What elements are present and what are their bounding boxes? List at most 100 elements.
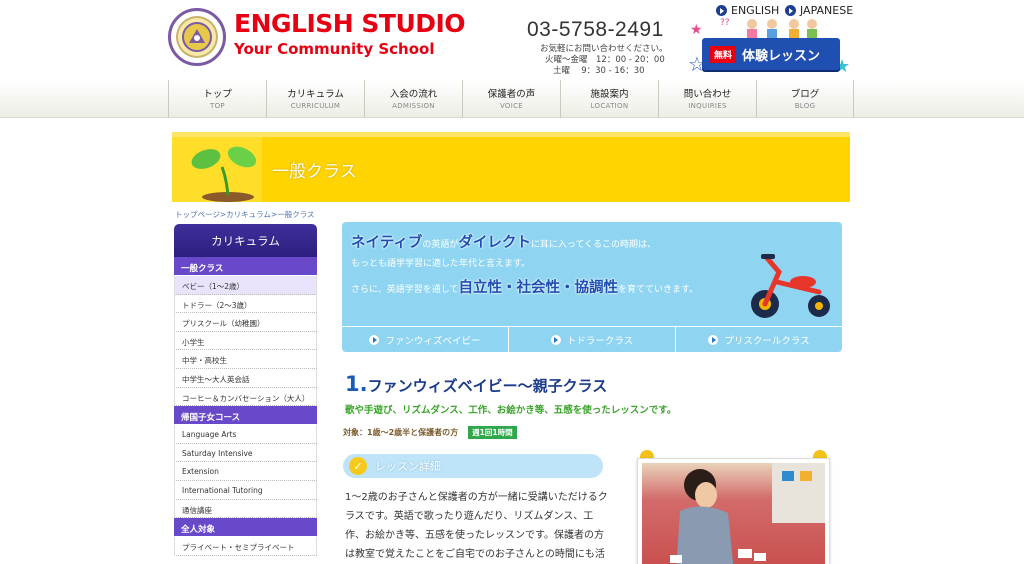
nav-label-ja: 入会の流れ (389, 89, 438, 100)
nav-label-en: BLOG (794, 102, 816, 110)
school-seal-logo[interactable] (168, 8, 226, 66)
frequency-badge: 週1回1時間 (468, 426, 517, 439)
nav-blog[interactable]: ブログ BLOG (756, 80, 854, 118)
tab-toddler[interactable]: トドラークラス (509, 327, 676, 352)
sidebar-title: カリキュラム (174, 224, 317, 257)
tab-fun-with-baby[interactable]: ファンウィズベイビー (342, 327, 509, 352)
sidebar-item-private[interactable]: プライベート・セミプライベート (174, 537, 317, 556)
nav-label-ja: カリキュラム (287, 89, 344, 100)
nav-label-ja: ブログ (790, 89, 820, 100)
intro-native: ネイティブ (351, 235, 423, 251)
office-hours: お気軽にお問い合わせください。 火曜〜金曜 12：00 - 20：00 土曜 9… (540, 44, 668, 77)
sidebar-category-returnee[interactable]: 帰国子女コース (174, 406, 317, 426)
section-title: 1.ファンウィズベイビー〜親子クラス (345, 372, 607, 396)
nav-label-ja: 問い合わせ (683, 89, 732, 100)
intro-line-2: もっとも語学学習に適した年代と言えます。 (351, 259, 531, 269)
nav-label-ja: 施設案内 (590, 89, 629, 100)
sprout-icon (191, 146, 257, 202)
phone-number: 03-5758-2491 (527, 18, 664, 41)
sidebar-item-coffee-conversation[interactable]: コーヒー＆カンバセーション（大人） (174, 387, 317, 407)
nav-label-ja: トップ (203, 89, 232, 100)
sidebar-item-language-arts[interactable]: Language Arts (174, 425, 317, 444)
arrow-right-icon (708, 335, 719, 345)
intro-direct: ダイレクト (458, 235, 531, 251)
nav-admission[interactable]: 入会の流れ ADMISSION (364, 80, 462, 118)
sidebar-item-saturday-intensive[interactable]: Saturday Intensive (174, 443, 317, 463)
kids-illustration-icon (747, 19, 817, 38)
page-banner: 一般クラス (172, 132, 850, 202)
nav-top[interactable]: トップ TOP (168, 80, 266, 118)
global-nav: トップ TOP カリキュラム CURRICULUM 入会の流れ ADMISSION 保… (0, 80, 1024, 118)
sidebar-item-baby[interactable]: ベビー（1〜2歳） (174, 276, 317, 295)
target-info: 対象：1歳〜2歳半と保護者の方 週1回1時間 (343, 426, 517, 439)
sidebar-item-extension[interactable]: Extension (174, 462, 317, 481)
nav-curriculum[interactable]: カリキュラム CURRICULUM (266, 80, 364, 118)
tricycle-icon (751, 254, 830, 318)
nav-label-en: INQUIRIES (688, 102, 727, 110)
lang-english-label: ENGLISH (731, 4, 780, 17)
logo-title[interactable]: ENGLISH STUDIO (234, 9, 466, 38)
nav-label-en: ADMISSION (392, 102, 435, 110)
sidebar: カリキュラム 一般クラス ベビー（1〜2歳） トドラー（2〜3歳） プリスクール… (174, 224, 317, 556)
sidebar-item-elementary[interactable]: 小学生 (174, 331, 317, 351)
nav-label-en: VOICE (499, 102, 524, 110)
class-photo (637, 458, 830, 564)
sidebar-item-junior-high[interactable]: 中学・高校生 (174, 350, 317, 369)
nav-inquiries[interactable]: 問い合わせ INQUIRIES (658, 80, 756, 118)
class-tabs: ファンウィズベイビー トドラークラス プリスクールクラス (342, 326, 842, 352)
logo-subtitle: Your Community School (234, 40, 435, 58)
sidebar-item-international-tutoring[interactable]: International Tutoring (174, 480, 317, 500)
sidebar-item-toddler[interactable]: トドラー（2〜3歳） (174, 294, 317, 314)
star-icon: ★ (690, 22, 703, 38)
nav-label-en: CURRICULUM (290, 102, 341, 110)
hours-saturday: 土曜 9：30 - 16：30 (553, 66, 645, 76)
lang-japanese-label: JAPANESE (800, 4, 854, 17)
lesson-description: 1〜2歳のお子さんと保護者の方が一緒に受講いただけるクラスです。英語で歌ったり遊… (345, 492, 608, 560)
intro-qualities: 自立性・社会性・協調性 (458, 280, 618, 296)
sidebar-item-adult-conversation[interactable]: 中学生〜大人英会話 (174, 368, 317, 388)
lesson-detail-header: ✓ レッスン詳細 (343, 454, 603, 478)
question-icon: ?? (720, 18, 730, 28)
hours-weekday: 火曜〜金曜 12：00 - 20：00 (545, 55, 665, 65)
section-subtitle: 歌や手遊び、リズムダンス、工作、お絵かき等、五感を使ったレッスンです。 (345, 405, 677, 416)
arrow-right-icon (716, 5, 727, 16)
banner-accent (172, 137, 262, 202)
intro-text-b: に耳に入ってくるこの時期は、 (530, 240, 656, 250)
lesson-detail-label: レッスン詳細 (375, 460, 441, 473)
section-number: 1. (345, 372, 368, 396)
section-title-text: ファンウィズベイビー〜親子クラス (367, 377, 608, 395)
sidebar-item-preschool[interactable]: プリスクール（幼稚園） (174, 313, 317, 332)
tab-label: ファンウィズベイビー (385, 336, 481, 347)
child-playing-photo (670, 463, 825, 564)
tab-preschool[interactable]: プリスクールクラス (676, 327, 842, 352)
tab-label: トドラークラス (566, 336, 634, 347)
intro-text-a: の英語が (422, 240, 459, 250)
trial-lesson-button[interactable]: 無料 体験レッスン (702, 38, 840, 70)
seal-emblem-icon (182, 22, 212, 52)
page: ENGLISH STUDIO Your Community School 03-… (0, 0, 1024, 564)
arrow-right-icon (785, 5, 796, 16)
nav-location[interactable]: 施設案内 LOCATION (560, 80, 658, 118)
nav-label-en: TOP (210, 102, 225, 110)
intro-text-c: さらに、英語学習を通して (351, 285, 459, 295)
sidebar-category-general[interactable]: 一般クラス (174, 257, 317, 276)
free-badge: 無料 (710, 45, 737, 63)
sidebar-category-all[interactable]: 全人対象 (174, 518, 317, 538)
trial-lesson-label: 体験レッスン (742, 48, 821, 64)
arrow-right-icon (369, 335, 380, 345)
intro-text-d: を育てていきます。 (617, 285, 699, 295)
arrow-right-icon (550, 335, 561, 345)
lang-english-link[interactable]: ENGLISH (716, 4, 779, 17)
page-title: 一般クラス (272, 162, 357, 182)
breadcrumb[interactable]: トップページ>カリキュラム>一般クラス (175, 209, 315, 220)
lang-japanese-link[interactable]: JAPANESE (785, 4, 853, 17)
sidebar-item-correspondence[interactable]: 通信講座 (174, 499, 317, 519)
target-text: 対象：1歳〜2歳半と保護者の方 (343, 428, 459, 437)
nav-voice[interactable]: 保護者の声 VOICE (462, 80, 560, 118)
nav-label-en: LOCATION (590, 102, 629, 110)
nav-label-ja: 保護者の声 (487, 89, 536, 100)
intro-box: ネイティブの英語がダイレクトに耳に入ってくるこの時期は、 もっとも語学学習に適し… (342, 222, 842, 352)
check-icon: ✓ (349, 457, 367, 475)
hours-note: お気軽にお問い合わせください。 (540, 44, 668, 54)
intro-text: ネイティブの英語がダイレクトに耳に入ってくるこの時期は、 もっとも語学学習に適し… (351, 231, 698, 302)
